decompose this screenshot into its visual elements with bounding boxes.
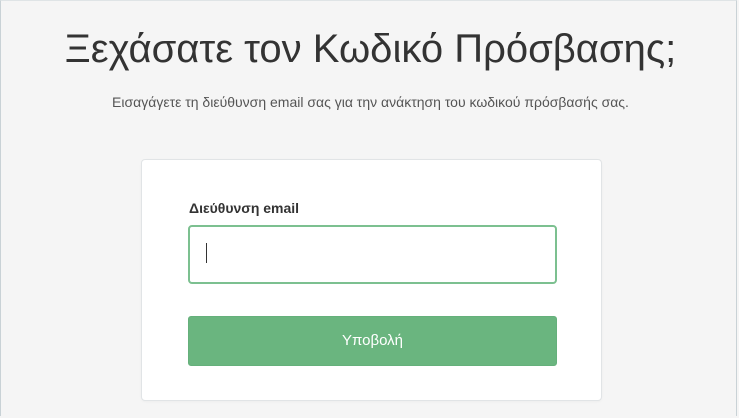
page-subtitle: Εισαγάγετε τη διεύθυνση email σας για τη… bbox=[112, 94, 629, 110]
email-field[interactable] bbox=[188, 225, 557, 284]
page-title: Ξεχάσατε τον Κωδικό Πρόσβασης; bbox=[64, 27, 677, 71]
reset-password-card: Διεύθυνση email Υποβολή bbox=[141, 159, 602, 401]
submit-button[interactable]: Υποβολή bbox=[188, 316, 557, 366]
text-caret bbox=[206, 243, 207, 263]
page-frame: Ξεχάσατε τον Κωδικό Πρόσβασης; Εισαγάγετ… bbox=[0, 0, 737, 416]
email-field-label: Διεύθυνση email bbox=[189, 200, 300, 216]
